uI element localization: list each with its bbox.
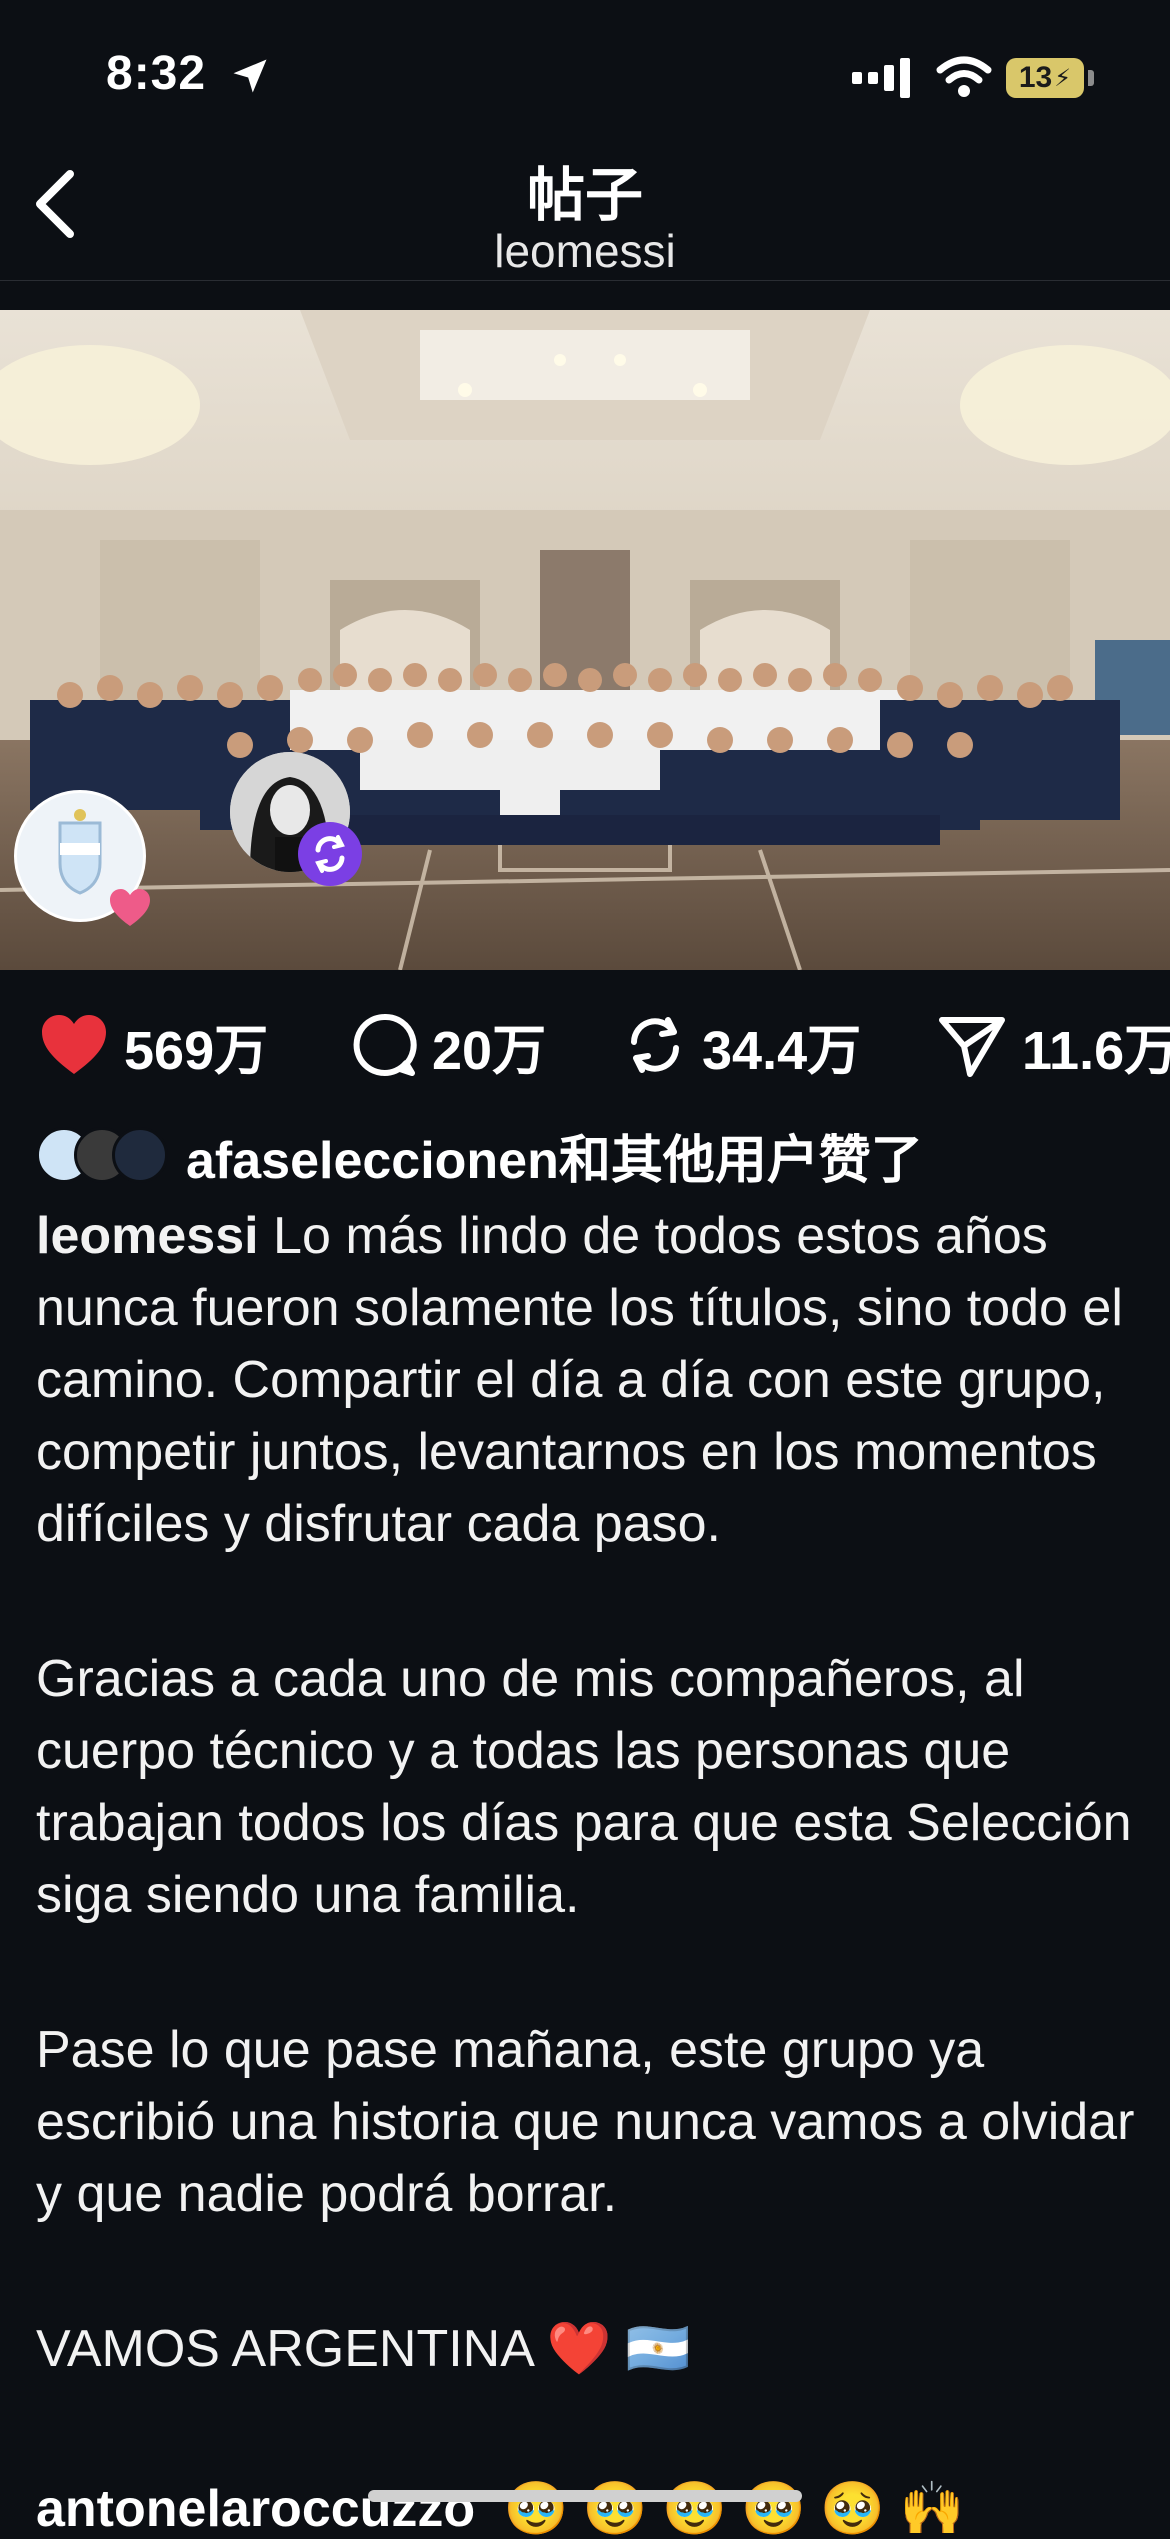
repost-badge: [298, 822, 362, 886]
page-subtitle-username[interactable]: leomessi: [0, 224, 1170, 278]
home-indicator[interactable]: [368, 2490, 802, 2502]
liked-by-text: afaseleccionen和其他用户赞了: [186, 1118, 923, 1193]
page-title: 帖子: [526, 163, 643, 228]
wifi-icon: [936, 56, 992, 97]
repost-arrows-icon: [315, 835, 345, 873]
send-paper-plane-icon: [939, 1017, 1005, 1077]
charging-icon: ⚡: [1054, 64, 1072, 92]
status-bar: 8:32 13 ⚡: [0, 0, 1170, 150]
comment-bubble-icon: [353, 1013, 417, 1076]
caption-text-2: Gracias a cada uno de mis compañeros, al…: [36, 1650, 1132, 1924]
battery-cap: [1088, 70, 1094, 86]
battery-level: 13: [1018, 61, 1053, 94]
post-caption: leomessi Lo más lindo de todos estos año…: [36, 1200, 1146, 2468]
post-header: 帖子 leomessi: [0, 140, 1170, 281]
liked-by-user[interactable]: afaseleccionen: [186, 1132, 559, 1190]
repost-count: 34.4万: [702, 1020, 862, 1081]
comment-action[interactable]: 20万: [350, 1000, 546, 1090]
share-count: 11.6万: [1022, 1020, 1170, 1081]
caption-text-3: Pase lo que pase mañana, este grupo ya e…: [36, 2021, 1135, 2223]
heart-badge-icon: [110, 889, 150, 926]
share-action[interactable]: 11.6万: [936, 1000, 1170, 1090]
battery-indicator: 13 ⚡: [1006, 58, 1084, 98]
post-actions: 569万 20万 34.4万 11.6万: [0, 1000, 1170, 1090]
liked-by-row[interactable]: afaseleccionen和其他用户赞了: [36, 1120, 923, 1190]
status-time: 8:32: [106, 47, 207, 100]
liked-by-suffix: 和其他用户赞了: [558, 1131, 923, 1190]
like-count: 569万: [124, 1020, 269, 1081]
comment-username[interactable]: antonelaroccuzzo: [36, 2480, 475, 2538]
comment-text: 🥹 🥹 🥹 🥹 🥹 🙌: [503, 2480, 965, 2538]
post-photo[interactable]: [0, 310, 1170, 970]
team-photo-illustration: [0, 310, 1170, 970]
liker-avatar: [112, 1127, 168, 1183]
location-arrow-icon: [233, 59, 267, 93]
cellular-signal-icon: [852, 58, 910, 98]
repost-action[interactable]: 34.4万: [622, 1000, 861, 1090]
like-action[interactable]: 569万: [38, 1000, 268, 1090]
caption-paragraph: leomessi Lo más lindo de todos estos año…: [36, 1200, 1146, 1560]
comment-preview[interactable]: antonelaroccuzzo 🥹 🥹 🥹 🥹 🥹 🙌: [36, 2478, 964, 2539]
caption-text-4: VAMOS ARGENTINA ❤️ 🇦🇷: [36, 2320, 691, 2378]
repost-icon: [631, 1017, 679, 1073]
comment-count: 20万: [432, 1020, 547, 1081]
heart-filled-icon: [42, 1015, 106, 1074]
caption-username[interactable]: leomessi: [36, 1207, 259, 1265]
